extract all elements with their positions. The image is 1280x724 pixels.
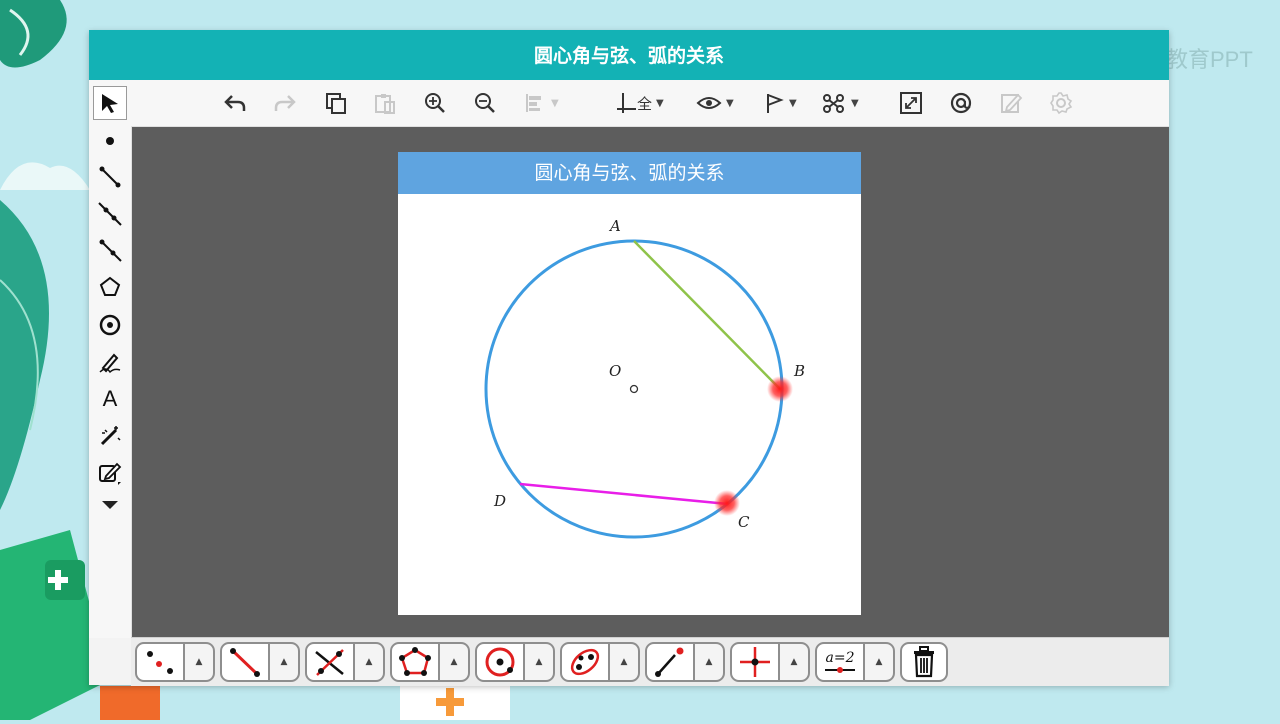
background-leaf-top (0, 0, 90, 90)
polygon-tool-expand[interactable]: ▲ (440, 642, 470, 682)
bottom-toolbar: ▲ ▲ ▲ ▲ ▲ ▲ ▲ ▲ a=2 ▲ (131, 637, 1169, 686)
undo-icon[interactable] (223, 90, 247, 116)
select-arrow-icon[interactable] (93, 86, 127, 120)
axes-label: 全 (637, 94, 653, 113)
redo-icon[interactable] (273, 90, 297, 116)
polygon-tool-icon[interactable] (390, 642, 440, 682)
delete-tool-group (900, 642, 948, 682)
perpendicular-tool-expand[interactable]: ▲ (780, 642, 810, 682)
background-sign (400, 684, 510, 720)
trash-icon[interactable] (900, 642, 948, 682)
intersect-tool-group: ▲ (305, 642, 385, 682)
fullscreen-icon[interactable] (899, 90, 923, 116)
chord-cd[interactable] (519, 482, 729, 506)
perpendicular-tool-group: ▲ (730, 642, 810, 682)
geogebra-window: 圆心角与弦、弧的关系 A ▼ 全 ▼ ▼ ▼ ▼ 圆心角与弦、弧的关系 O A … (89, 30, 1169, 686)
magic-wand-icon[interactable] (93, 419, 127, 453)
edit-icon[interactable] (999, 90, 1023, 116)
geometry-figure[interactable]: O A B C D (398, 194, 861, 615)
zoom-out-icon[interactable] (473, 90, 497, 116)
text-icon[interactable]: A (93, 382, 127, 416)
segment-tool-icon[interactable] (220, 642, 270, 682)
window-title: 圆心角与弦、弧的关系 (89, 30, 1169, 80)
worksheet: 圆心角与弦、弧的关系 O A B C D (398, 152, 861, 615)
label-c: C (738, 513, 750, 531)
point-icon[interactable] (93, 124, 127, 158)
tool-sidebar: A (89, 80, 132, 638)
points-tool-group: ▲ (135, 642, 215, 682)
slider-tool-label: a=2 (825, 650, 855, 666)
pen-icon[interactable] (93, 345, 127, 379)
background-tile (100, 686, 160, 720)
polygon-tool-group: ▲ (390, 642, 470, 682)
settings-icon[interactable] (1049, 90, 1073, 116)
label-a: A (608, 217, 621, 235)
circle-tool-group: ▲ (475, 642, 555, 682)
points-tool-icon[interactable] (135, 642, 185, 682)
background-cloud (0, 150, 90, 190)
segment-tool-expand[interactable]: ▲ (270, 642, 300, 682)
intersect-tool-icon[interactable] (305, 642, 355, 682)
intersect-tool-expand[interactable]: ▲ (355, 642, 385, 682)
conic-tool-icon[interactable] (560, 642, 610, 682)
chord-ab[interactable] (633, 240, 781, 390)
zoom-in-icon[interactable] (423, 90, 447, 116)
slider-tool-expand[interactable]: ▲ (865, 642, 895, 682)
perpendicular-tool-icon[interactable] (730, 642, 780, 682)
slider-tool-icon[interactable]: a=2 (815, 642, 865, 682)
conic-tool-expand[interactable]: ▲ (610, 642, 640, 682)
at-icon[interactable] (949, 90, 973, 116)
ray-tool-group: ▲ (645, 642, 725, 682)
watermark-text: 教育PPT (1166, 47, 1253, 72)
label-b: B (793, 362, 805, 380)
center-point-o[interactable] (629, 384, 639, 394)
ray-tool-icon[interactable] (645, 642, 695, 682)
label-d: D (493, 492, 506, 510)
segment-icon[interactable] (93, 160, 127, 194)
paste-icon[interactable] (373, 90, 397, 116)
label-o: O (609, 362, 621, 380)
style-icon[interactable]: ▼ (821, 90, 859, 116)
graphics-view[interactable]: 圆心角与弦、弧的关系 O A B C D (132, 127, 1169, 637)
polygon-icon[interactable] (93, 270, 127, 304)
circle-icon[interactable] (93, 308, 127, 342)
conic-tool-group: ▲ (560, 642, 640, 682)
expand-down-icon[interactable] (93, 488, 127, 522)
eye-icon[interactable]: ▼ (696, 90, 734, 116)
points-tool-expand[interactable]: ▲ (185, 642, 215, 682)
circle-tool-icon[interactable] (475, 642, 525, 682)
point-c-highlight[interactable] (714, 490, 740, 516)
background-leaf-side (0, 180, 90, 530)
align-icon[interactable]: ▼ (523, 90, 559, 116)
axes-icon[interactable]: 全 ▼ (615, 90, 664, 116)
segment-tool-group: ▲ (220, 642, 300, 682)
top-toolbar: ▼ 全 ▼ ▼ ▼ ▼ (131, 80, 1169, 127)
circle-tool-expand[interactable]: ▲ (525, 642, 555, 682)
line-icon[interactable] (93, 197, 127, 231)
worksheet-title: 圆心角与弦、弧的关系 (398, 152, 861, 194)
ray-tool-expand[interactable]: ▲ (695, 642, 725, 682)
flag-icon[interactable]: ▼ (763, 90, 797, 116)
slider-tool-group: a=2 ▲ (815, 642, 895, 682)
copy-icon[interactable] (324, 90, 348, 116)
ray-icon[interactable] (93, 233, 127, 267)
edit-note-icon[interactable] (93, 456, 127, 490)
point-b-highlight[interactable] (767, 376, 793, 402)
